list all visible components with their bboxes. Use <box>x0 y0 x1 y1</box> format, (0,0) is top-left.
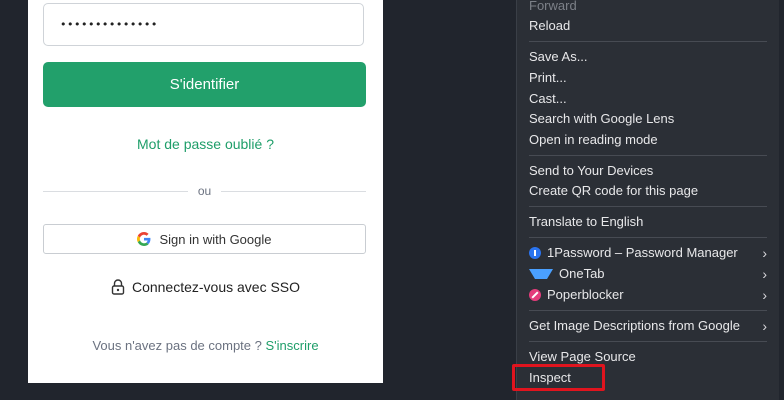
login-button[interactable]: S'identifier <box>43 62 366 107</box>
signup-row: Vous n'avez pas de compte ? S'inscrire <box>28 338 383 353</box>
divider-left <box>43 191 188 192</box>
chevron-right-icon: › <box>762 245 767 261</box>
menu-item-print[interactable]: Print... <box>529 68 767 88</box>
inspect-highlight-box <box>512 364 605 391</box>
menu-item-forward: Forward <box>529 0 577 13</box>
menu-item-onetab[interactable]: OneTab › <box>529 264 767 284</box>
menu-separator <box>529 41 767 42</box>
menu-item-label: Get Image Descriptions from Google <box>529 318 740 333</box>
menu-item-1password[interactable]: 1Password – Password Manager › <box>529 243 767 263</box>
menu-item-reading-mode[interactable]: Open in reading mode <box>529 130 767 150</box>
chevron-right-icon: › <box>762 266 767 282</box>
or-label: ou <box>197 184 212 198</box>
menu-separator <box>529 341 767 342</box>
menu-separator <box>529 206 767 207</box>
sso-label: Connectez-vous avec SSO <box>131 279 301 295</box>
menu-item-poperblocker[interactable]: Poperblocker › <box>529 285 767 305</box>
menu-item-label: 1Password – Password Manager <box>547 245 738 260</box>
google-signin-label: Sign in with Google <box>159 231 272 247</box>
menu-item-save-as[interactable]: Save As... <box>529 47 767 67</box>
password-field[interactable]: •••••••••••••• <box>43 3 364 46</box>
sso-login-link[interactable]: Connectez-vous avec SSO <box>28 279 383 295</box>
no-account-text: Vous n'avez pas de compte ? <box>92 338 262 353</box>
menu-item-search-lens[interactable]: Search with Google Lens <box>529 109 767 129</box>
login-card: •••••••••••••• S'identifier Mot de passe… <box>28 0 383 383</box>
menu-item-cast[interactable]: Cast... <box>529 89 767 109</box>
divider-right <box>221 191 366 192</box>
signup-link[interactable]: S'inscrire <box>266 338 319 353</box>
menu-separator <box>529 237 767 238</box>
menu-item-qr-code[interactable]: Create QR code for this page <box>529 181 767 201</box>
menu-item-label: Poperblocker <box>547 287 624 302</box>
poperblocker-icon <box>529 289 541 301</box>
menu-separator <box>529 310 767 311</box>
menu-item-label: OneTab <box>559 266 605 281</box>
menu-item-image-descriptions[interactable]: Get Image Descriptions from Google › <box>529 316 767 336</box>
chevron-right-icon: › <box>762 287 767 303</box>
menu-item-reload[interactable]: Reload <box>529 16 767 36</box>
google-icon <box>137 232 151 246</box>
menu-separator <box>529 155 767 156</box>
menu-item-translate[interactable]: Translate to English <box>529 212 767 232</box>
context-menu: Forward Reload Save As... Print... Cast.… <box>516 0 779 400</box>
google-signin-button[interactable]: Sign in with Google <box>43 224 366 254</box>
lock-icon <box>111 279 125 295</box>
menu-item-send-devices[interactable]: Send to Your Devices <box>529 161 767 181</box>
forgot-password-link[interactable]: Mot de passe oublié ? <box>28 136 383 152</box>
onetab-icon <box>529 269 553 279</box>
chevron-right-icon: › <box>762 318 767 334</box>
1password-icon <box>529 247 541 259</box>
